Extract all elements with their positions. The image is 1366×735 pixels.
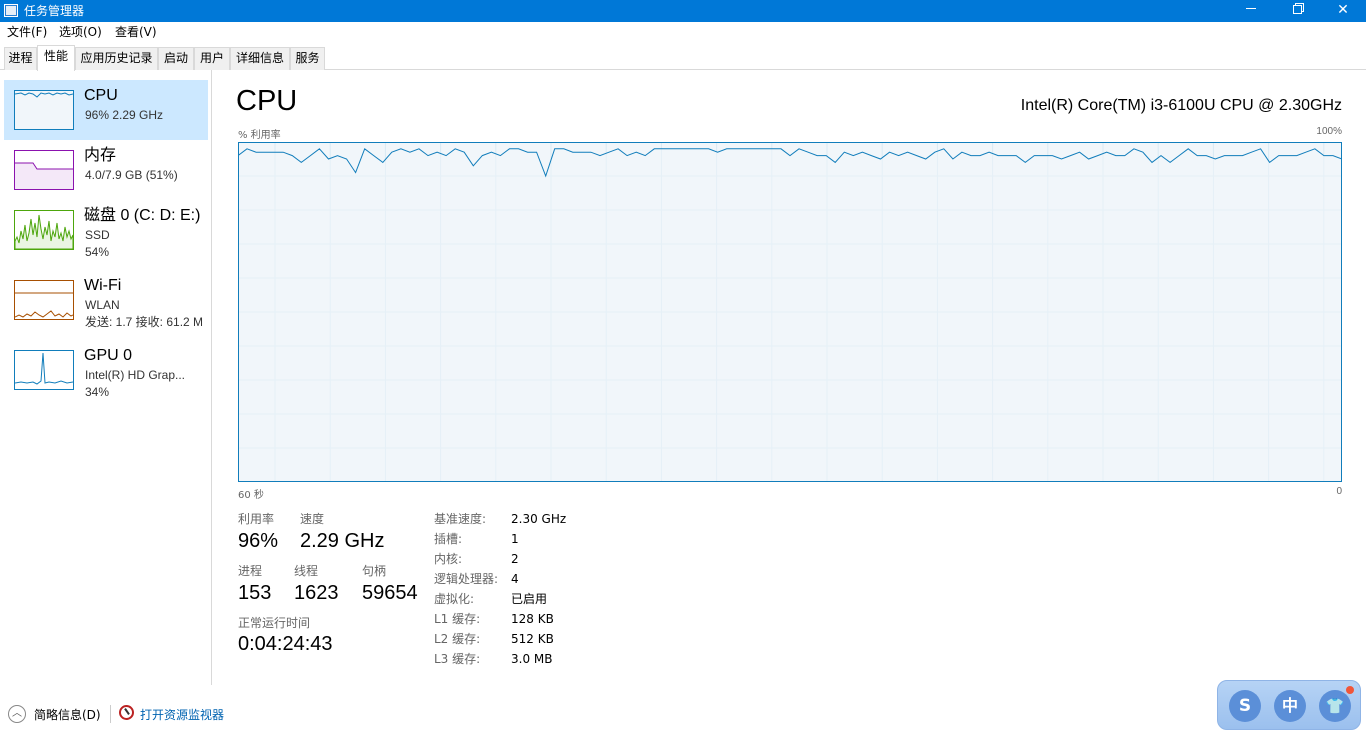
logical-processors-value: 4 (511, 572, 519, 586)
sidebar-cpu-usage: 96% 2.29 GHz (85, 108, 164, 122)
tab-users[interactable]: 用户 (194, 47, 230, 70)
speed-label: 速度 (300, 512, 325, 526)
tab-app-history[interactable]: 应用历史记录 (75, 47, 158, 70)
l2-cache-label: L2 缓存: (434, 632, 481, 646)
notification-dot (1346, 686, 1354, 694)
logical-processors-label: 逻辑处理器: (434, 572, 499, 586)
handles-label: 句柄 (362, 564, 387, 578)
title-bar: 任务管理器 ✕ (0, 0, 1366, 22)
task-manager-icon (4, 4, 18, 17)
sidebar-item-cpu[interactable]: CPU 96% 2.29 GHz (4, 80, 208, 140)
graph-time-span-label: 60 秒 (238, 490, 264, 501)
sockets-label: 插槽: (434, 532, 463, 546)
resource-sidebar: CPU 96% 2.29 GHz 内存 4.0/7.9 GB (51%) 磁盘 … (0, 70, 212, 685)
virtualization-label: 虚拟化: (434, 592, 475, 606)
handles-value: 59654 (362, 582, 418, 604)
sidebar-cpu-title: CPU (84, 87, 118, 104)
sidebar-wifi-throughput: 发送: 1.7 接收: 61.2 M (85, 315, 204, 329)
sidebar-item-gpu[interactable]: GPU 0 Intel(R) HD Grap... 34% (4, 340, 208, 400)
tab-processes[interactable]: 进程 (4, 47, 37, 70)
tab-services[interactable]: 服务 (290, 47, 325, 70)
cores-value: 2 (511, 552, 519, 566)
utilization-label: 利用率 (238, 512, 275, 526)
resource-monitor-icon[interactable] (119, 705, 134, 720)
base-speed-value: 2.30 GHz (511, 512, 567, 526)
virtualization-value: 已启用 (511, 592, 548, 606)
maximize-icon (1292, 5, 1302, 15)
close-icon: ✕ (1337, 2, 1349, 18)
menu-file[interactable]: 文件(F) (7, 24, 47, 40)
sidebar-disk-type: SSD (85, 228, 110, 242)
disk-thumbnail-graph (14, 210, 74, 250)
uptime-value: 0:04:24:43 (238, 633, 333, 655)
sidebar-item-disk[interactable]: 磁盘 0 (C: D: E:) SSD 54% (4, 200, 208, 260)
cpu-utilization-graph (238, 142, 1342, 482)
ime-logo-button[interactable]: S (1229, 690, 1261, 722)
l3-cache-label: L3 缓存: (434, 652, 481, 666)
fewer-details-link[interactable]: 简略信息(D) (34, 706, 101, 723)
footer-bar: ︿ 简略信息(D) 打开资源监视器 (0, 700, 1366, 730)
chevron-up-icon[interactable]: ︿ (8, 705, 26, 723)
open-resource-monitor-link[interactable]: 打开资源监视器 (140, 706, 224, 723)
wifi-thumbnail-graph (14, 280, 74, 320)
graph-y-max-label: 100% (1316, 126, 1342, 137)
footer-divider (110, 705, 111, 723)
menu-view[interactable]: 查看(V) (115, 24, 157, 40)
ime-skin-button[interactable]: 👕 (1319, 690, 1351, 722)
sidebar-wifi-title: Wi-Fi (84, 277, 122, 294)
close-button[interactable]: ✕ (1320, 0, 1366, 22)
base-speed-label: 基准速度: (434, 512, 487, 526)
uptime-label: 正常运行时间 (238, 616, 311, 630)
minimize-icon (1246, 8, 1256, 10)
sidebar-gpu-usage: 34% (85, 385, 110, 399)
gpu-thumbnail-graph (14, 350, 74, 390)
l1-cache-value: 128 KB (511, 612, 554, 626)
tab-performance[interactable]: 性能 (37, 45, 75, 71)
graph-y-axis-label: % 利用率 (238, 130, 281, 141)
cores-label: 内核: (434, 552, 463, 566)
speed-value: 2.29 GHz (300, 530, 385, 552)
sidebar-memory-title: 内存 (84, 147, 117, 164)
window-title: 任务管理器 (24, 4, 85, 18)
sidebar-gpu-title: GPU 0 (84, 347, 133, 364)
tab-details[interactable]: 详细信息 (230, 47, 290, 70)
maximize-button[interactable] (1274, 0, 1320, 22)
tab-startup[interactable]: 启动 (158, 47, 194, 70)
l3-cache-value: 3.0 MB (511, 652, 553, 666)
tab-bar: 进程 性能 应用历史记录 启动 用户 详细信息 服务 (0, 45, 1366, 71)
ime-language-toggle[interactable]: 中 (1274, 690, 1306, 722)
l1-cache-label: L1 缓存: (434, 612, 481, 626)
sidebar-item-memory[interactable]: 内存 4.0/7.9 GB (51%) (4, 140, 208, 200)
processes-value: 153 (238, 582, 272, 604)
l2-cache-value: 512 KB (511, 632, 554, 646)
cpu-model-name: Intel(R) Core(TM) i3-6100U CPU @ 2.30GHz (1020, 97, 1342, 114)
sidebar-disk-usage: 54% (85, 245, 110, 259)
menu-bar: 文件(F) 选项(O) 查看(V) (0, 22, 1366, 42)
threads-value: 1623 (294, 582, 339, 604)
processes-label: 进程 (238, 564, 263, 578)
sidebar-gpu-model: Intel(R) HD Grap... (85, 368, 186, 382)
threads-label: 线程 (294, 564, 319, 578)
utilization-value: 96% (238, 530, 279, 552)
sidebar-item-wifi[interactable]: Wi-Fi WLAN 发送: 1.7 接收: 61.2 M (4, 270, 208, 330)
page-title: CPU (236, 85, 298, 117)
sidebar-wifi-adapter: WLAN (85, 298, 120, 312)
sockets-value: 1 (511, 532, 519, 546)
menu-options[interactable]: 选项(O) (59, 24, 102, 40)
cpu-usage-area (238, 148, 1342, 482)
ime-toolbar: S 中 👕 (1217, 680, 1361, 730)
sidebar-memory-usage: 4.0/7.9 GB (51%) (85, 168, 178, 182)
graph-time-zero-label: 0 (1336, 486, 1342, 497)
cpu-thumbnail-graph (14, 90, 74, 130)
memory-thumbnail-graph (14, 150, 74, 190)
sidebar-disk-title: 磁盘 0 (C: D: E:) (84, 207, 201, 224)
minimize-button[interactable] (1228, 0, 1274, 22)
